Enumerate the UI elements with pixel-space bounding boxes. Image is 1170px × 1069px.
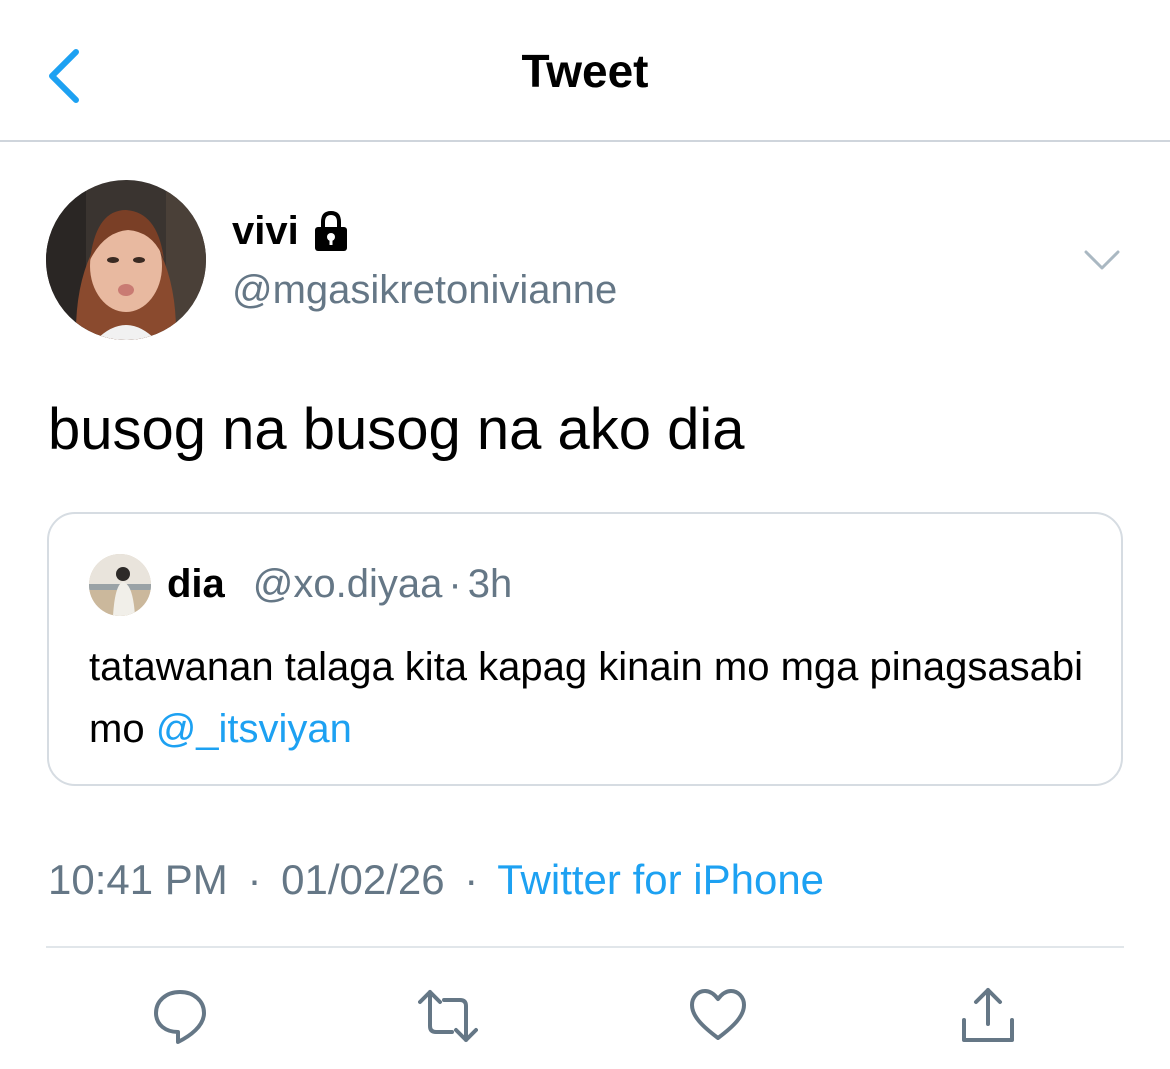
display-name-row: vivi	[232, 206, 351, 256]
source-separator: ·	[464, 856, 479, 903]
avatar[interactable]	[46, 180, 206, 340]
top-bar: Tweet	[0, 0, 1170, 142]
reply-icon	[154, 990, 206, 1044]
quoted-avatar[interactable]	[89, 554, 151, 616]
retweet-button[interactable]	[418, 986, 478, 1046]
tweet-time: 10:41 PM	[48, 856, 228, 903]
mention-link[interactable]: @_itsviyan	[156, 707, 352, 751]
retweet-icon	[418, 990, 478, 1042]
chevron-down-icon	[1084, 250, 1120, 270]
share-icon	[962, 988, 1014, 1042]
tweet-source[interactable]: Twitter for iPhone	[497, 856, 824, 903]
quoted-header: dia @xo.diyaa · 3h	[167, 558, 512, 610]
timestamp-separator: ·	[247, 856, 262, 903]
tweet-author: vivi @mgasikretonivianne	[46, 180, 1126, 340]
quoted-tweet[interactable]: dia @xo.diyaa · 3h tatawanan talaga kita…	[47, 512, 1123, 786]
timestamp-row: 10:41 PM · 01/02/26 · Twitter for iPhone	[48, 856, 824, 904]
avatar-image	[46, 180, 206, 340]
quoted-display-name[interactable]: dia	[167, 562, 225, 607]
quoted-avatar-image	[89, 554, 151, 616]
quoted-age: 3h	[467, 561, 513, 606]
tweet-text: busog na busog na ako dia	[48, 397, 745, 462]
page-title: Tweet	[521, 45, 649, 97]
divider	[46, 946, 1124, 948]
more-options-button[interactable]	[1080, 238, 1124, 282]
quoted-handle[interactable]: @xo.diyaa	[253, 562, 443, 607]
tweet-date: 01/02/26	[281, 856, 445, 903]
quoted-separator: ·	[448, 561, 462, 606]
reply-button[interactable]	[150, 986, 210, 1046]
quoted-text-block: tatawanan talaga kita kapag kinain mo mg…	[89, 636, 1089, 760]
display-name[interactable]: vivi	[232, 209, 299, 254]
like-button[interactable]	[688, 986, 748, 1046]
heart-icon	[690, 989, 746, 1040]
author-handle[interactable]: @mgasikretonivianne	[232, 268, 617, 313]
share-button[interactable]	[958, 986, 1018, 1046]
lock-icon	[314, 210, 347, 251]
